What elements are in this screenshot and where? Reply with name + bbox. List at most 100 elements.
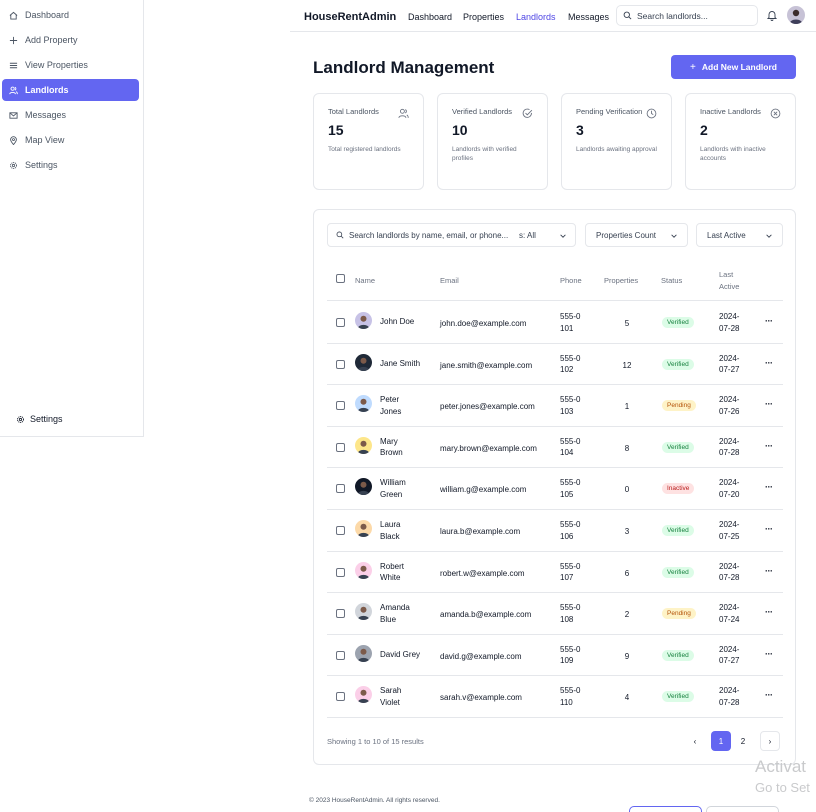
row-checkbox[interactable] bbox=[336, 650, 345, 660]
search-icon bbox=[623, 11, 632, 20]
last-active-line1: 2024- bbox=[719, 644, 740, 654]
sidebar-item-landlords[interactable]: Landlords bbox=[2, 79, 139, 101]
select-all-checkbox[interactable] bbox=[336, 274, 345, 283]
row-actions-menu-icon[interactable]: ··· bbox=[765, 566, 773, 576]
pagination-page-1[interactable]: 1 bbox=[711, 731, 731, 751]
column-header-name[interactable]: Name bbox=[355, 275, 375, 287]
row-checkbox[interactable] bbox=[336, 318, 345, 327]
column-header-last-active[interactable]: Last Active bbox=[719, 269, 739, 293]
last-active-dropdown[interactable]: Last Active bbox=[696, 223, 783, 247]
table-row[interactable]: Laura Black laura.b@example.com 555-0 106 3 Ve… bbox=[327, 510, 783, 552]
row-checkbox[interactable] bbox=[336, 401, 345, 411]
table-search-input[interactable] bbox=[349, 230, 519, 240]
landlord-phone-line1: 555-0 bbox=[560, 395, 581, 405]
footer-button-outline[interactable] bbox=[629, 806, 702, 812]
landlord-properties-count: 0 bbox=[624, 485, 630, 495]
sidebar-item-messages[interactable]: Messages bbox=[2, 104, 139, 126]
dropdown-label: Properties Count bbox=[596, 230, 657, 240]
table-row[interactable]: Robert White robert.w@example.com 555-0 107 6… bbox=[327, 552, 783, 594]
landlord-name[interactable]: Peter Jones bbox=[380, 394, 401, 417]
landlord-phone-line2: 101 bbox=[560, 323, 574, 333]
sidebar-footer-label: Settings bbox=[30, 414, 63, 424]
row-actions-menu-icon[interactable]: ··· bbox=[765, 399, 773, 409]
table-row[interactable]: John Doe john.doe@example.com 555-0 101 5 Ver… bbox=[327, 302, 783, 344]
landlord-name-line1: Amanda bbox=[380, 603, 410, 613]
footer-button-secondary[interactable] bbox=[706, 806, 779, 812]
table-row[interactable]: Sarah Violet sarah.v@example.com 555-0 110 4 V… bbox=[327, 676, 783, 718]
status-filter-value[interactable]: s: All bbox=[519, 231, 536, 240]
sidebar-item-view-properties[interactable]: View Properties bbox=[2, 54, 139, 76]
chevron-down-icon[interactable] bbox=[559, 232, 567, 240]
avatar bbox=[355, 686, 372, 704]
landlord-email: laura.b@example.com bbox=[440, 527, 521, 536]
brand-logo[interactable]: HouseRentAdmin bbox=[304, 11, 396, 23]
row-actions-menu-icon[interactable]: ··· bbox=[765, 482, 773, 492]
landlord-name[interactable]: David Grey bbox=[380, 649, 420, 661]
table-row[interactable]: Peter Jones peter.jones@example.com 555-0 10… bbox=[327, 385, 783, 427]
row-actions-menu-icon[interactable]: ··· bbox=[765, 649, 773, 659]
landlord-name[interactable]: Laura Black bbox=[380, 519, 400, 542]
pagination-prev-button[interactable]: ‹ bbox=[685, 731, 705, 751]
sidebar-item-settings[interactable]: Settings bbox=[2, 154, 139, 176]
table-row[interactable]: Amanda Blue amanda.b@example.com 555-0 108 2 P… bbox=[327, 593, 783, 635]
landlord-name[interactable]: Mary Brown bbox=[380, 436, 403, 459]
table-row[interactable]: William Green william.g@example.com 555-0 10… bbox=[327, 468, 783, 510]
landlord-last-active: 2024- 07-25 bbox=[719, 519, 739, 542]
column-header-status[interactable]: Status bbox=[661, 275, 682, 287]
properties-count-dropdown[interactable]: Properties Count bbox=[585, 223, 688, 247]
landlord-name[interactable]: Jane Smith bbox=[380, 358, 420, 370]
sidebar-item-map-view[interactable]: Map View bbox=[2, 129, 139, 151]
landlord-name[interactable]: John Doe bbox=[380, 316, 414, 328]
sidebar-item-dashboard[interactable]: Dashboard bbox=[2, 4, 139, 26]
landlord-phone-line1: 555-0 bbox=[560, 520, 581, 529]
nav-link-dashboard[interactable]: Dashboard bbox=[408, 12, 452, 22]
landlord-name[interactable]: William Green bbox=[380, 477, 406, 500]
row-actions-menu-icon[interactable]: ··· bbox=[765, 441, 773, 451]
pagination-page-2[interactable]: 2 bbox=[733, 731, 753, 751]
status-badge: Verified bbox=[662, 691, 694, 703]
column-header-properties[interactable]: Properties bbox=[604, 275, 638, 287]
user-avatar[interactable] bbox=[787, 6, 805, 24]
last-active-line1: 2024- bbox=[719, 561, 740, 571]
landlord-name-line1: Laura bbox=[380, 520, 401, 529]
column-header-email[interactable]: Email bbox=[440, 275, 459, 287]
row-checkbox[interactable] bbox=[336, 567, 345, 577]
nav-link-properties[interactable]: Properties bbox=[463, 12, 504, 22]
table-search[interactable]: s: All bbox=[327, 223, 576, 247]
row-actions-menu-icon[interactable]: ··· bbox=[765, 607, 773, 617]
last-active-line2: 07-25 bbox=[719, 531, 740, 541]
nav-search-input[interactable] bbox=[637, 10, 747, 21]
nav-link-landlords[interactable]: Landlords bbox=[516, 12, 556, 22]
row-checkbox[interactable] bbox=[336, 442, 345, 452]
row-actions-menu-icon[interactable]: ··· bbox=[765, 316, 773, 326]
row-checkbox[interactable] bbox=[336, 526, 345, 535]
sidebar-footer-settings[interactable]: Settings bbox=[16, 414, 63, 424]
bell-icon[interactable] bbox=[766, 9, 778, 21]
landlord-phone-line2: 103 bbox=[560, 406, 574, 416]
landlord-phone-line2: 105 bbox=[560, 489, 574, 499]
column-header-phone[interactable]: Phone bbox=[560, 275, 582, 287]
nav-search[interactable] bbox=[616, 5, 758, 26]
landlord-name[interactable]: Amanda Blue bbox=[380, 602, 410, 625]
gear-icon bbox=[9, 161, 18, 170]
row-actions-menu-icon[interactable]: ··· bbox=[765, 524, 773, 534]
chevron-down-icon bbox=[765, 232, 773, 240]
row-actions-menu-icon[interactable]: ··· bbox=[765, 358, 773, 368]
nav-link-messages[interactable]: Messages bbox=[568, 12, 609, 22]
row-checkbox[interactable] bbox=[336, 359, 345, 369]
stat-desc: Landlords awaiting approval bbox=[576, 146, 657, 153]
pagination-next-button[interactable]: › bbox=[760, 731, 780, 751]
landlord-phone-line2: 106 bbox=[560, 531, 574, 541]
table-row[interactable]: David Grey david.g@example.com 555-0 109 9 Ve… bbox=[327, 635, 783, 677]
landlord-email: jane.smith@example.com bbox=[440, 360, 533, 370]
landlord-name[interactable]: Robert White bbox=[380, 561, 404, 584]
landlord-name[interactable]: Sarah Violet bbox=[380, 685, 401, 708]
sidebar-item-add-property[interactable]: Add Property bbox=[2, 29, 139, 51]
add-landlord-button[interactable]: + Add New Landlord bbox=[671, 55, 796, 79]
row-checkbox[interactable] bbox=[336, 692, 345, 702]
table-row[interactable]: Mary Brown mary.brown@example.com 555-0 104 8… bbox=[327, 427, 783, 469]
row-checkbox[interactable] bbox=[336, 484, 345, 494]
row-actions-menu-icon[interactable]: ··· bbox=[765, 690, 773, 700]
table-row[interactable]: Jane Smith jane.smith@example.com 555-0 102… bbox=[327, 344, 783, 386]
row-checkbox[interactable] bbox=[336, 609, 345, 619]
